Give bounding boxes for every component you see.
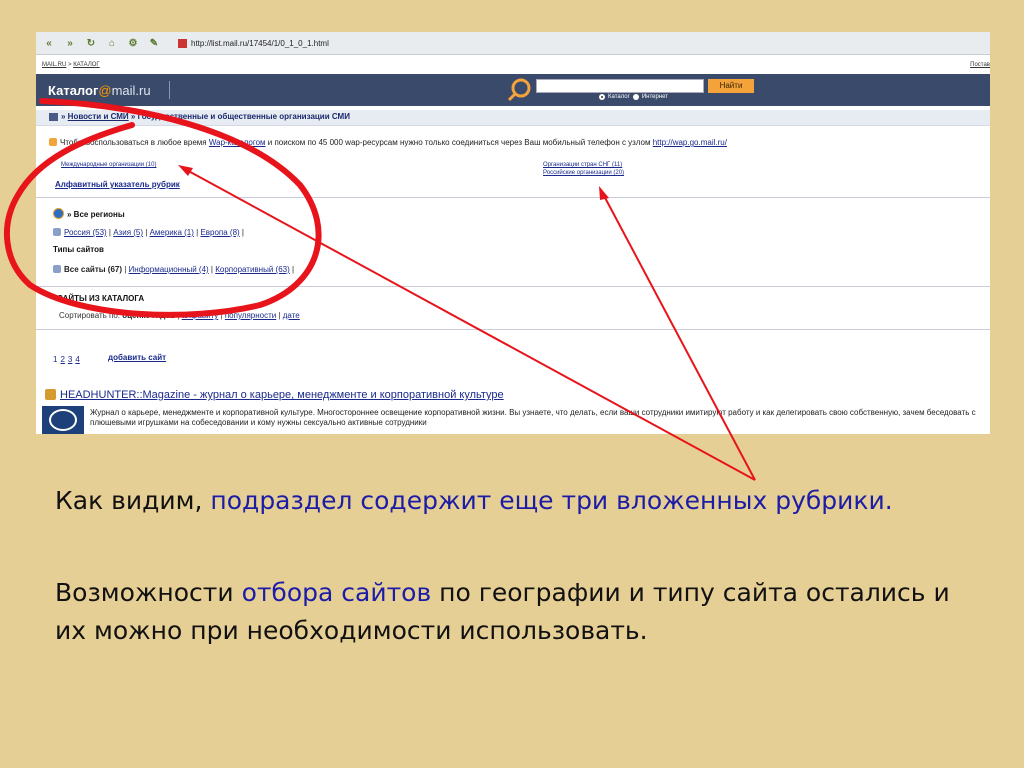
globe-icon [53,208,64,219]
radio-catalog[interactable] [599,94,605,100]
search-input[interactable] [536,79,704,93]
divider [36,329,990,330]
logo-at: @ [98,83,112,98]
logo-domain: mail.ru [111,83,151,98]
result-link[interactable]: HEADHUNTER::Magazine - журнал о карьере,… [60,389,504,401]
page-icon [178,38,187,48]
site-type-icon [53,265,61,273]
page-4[interactable]: 4 [75,355,79,364]
crumb-mailru[interactable]: MAIL.RU [42,62,66,68]
breadcrumb-current: Государственные и общественные организац… [137,112,350,121]
caption-2-text-a: Возможности [55,578,242,607]
top-right-link[interactable]: Постав [970,62,990,68]
search-button[interactable]: Найти [708,79,754,93]
sort-options: Сортировать по: оценке гидов | алфавиту … [59,311,300,320]
type-informational[interactable]: Информационный (4) [129,265,209,274]
subrubric-russian[interactable]: Российские организации (20) [543,170,624,177]
wap-text-1: Чтобы воспользоваться в любое время [60,138,209,147]
pagination: 1234 [53,355,83,364]
region-asia[interactable]: Азия (5) [113,228,143,237]
page-1: 1 [53,355,58,364]
sort-alphabet[interactable]: алфавиту [182,311,219,320]
divider [36,197,990,198]
breadcrumb-news[interactable]: Новости и СМИ [68,112,129,121]
site-types-title: Типы сайтов [53,245,104,254]
result-thumbnail[interactable] [42,406,84,434]
breadcrumb: » Новости и СМИ » Государственные и обще… [36,110,990,126]
type-corporate[interactable]: Корпоративный (63) [215,265,290,274]
search-scope: Каталог Интернет [599,94,668,100]
phone-icon [49,138,57,146]
regions-links: Россия (53) | Азия (5) | Америка (1) | Е… [53,228,244,237]
site-types-links: Все сайты (67) | Информационный (4) | Ко… [53,265,294,274]
wap-text-2: и поиском по 45 000 wap-ресурсам нужно т… [265,138,653,147]
sort-prefix: Сортировать по: [59,311,123,320]
result-title: HEADHUNTER::Magazine - журнал о карьере,… [45,389,504,401]
type-all: Все сайты (67) [64,265,123,274]
page-3[interactable]: 3 [68,355,72,364]
add-site-link[interactable]: добавить сайт [108,353,166,362]
result-description: Журнал о карьере, менеджменте и корпорат… [90,408,976,427]
wap-promo: Чтобы воспользоваться в любое время Wap-… [49,138,727,147]
forward-icon[interactable]: » [62,36,78,50]
subrubric-international[interactable]: Международные организации (10) [61,162,156,169]
regions-title: » Все регионы [53,208,125,219]
region-america[interactable]: Америка (1) [150,228,194,237]
home-crumb-icon[interactable] [49,113,58,121]
logo-text: Каталог [48,83,99,98]
radio-internet[interactable] [632,94,639,100]
breadcrumb-prefix: » [61,112,68,121]
magnifier-icon [507,78,531,102]
regions-title-text: » Все регионы [67,210,125,219]
browser-toolbar: « » ↻ ⌂ ⚙ ✎ http://list.mail.ru/17454/1/… [36,32,990,55]
wap-url-link[interactable]: http://wap.go.mail.ru/ [653,138,727,147]
caption-2: Возможности отбора сайтов по географии и… [55,574,985,650]
screenshot-panel: « » ↻ ⌂ ⚙ ✎ http://list.mail.ru/17454/1/… [36,32,990,434]
edit-icon[interactable]: ✎ [146,36,162,50]
region-icon [53,228,61,236]
home-icon[interactable]: ⌂ [104,36,120,50]
catalog-header: Каталог@mail.ru Найти Каталог Интернет [36,74,990,106]
logo-divider [169,81,170,99]
back-icon[interactable]: « [41,36,57,50]
sort-current: оценке гидов [122,311,176,320]
address-bar[interactable]: http://list.mail.ru/17454/1/0_1_0_1.html [191,39,329,48]
caption-1-text: Как видим, [55,486,211,515]
type-sep: | [289,265,295,274]
folder-icon [45,389,56,400]
region-sep: | [239,228,244,237]
catalog-logo[interactable]: Каталог@mail.ru [48,83,151,98]
page-2[interactable]: 2 [60,355,64,364]
alphabet-index-link[interactable]: Алфавитный указатель рубрик [55,180,180,189]
wap-catalog-link[interactable]: Wap-каталогом [209,138,266,147]
crumb-catalog[interactable]: КАТАЛОГ [73,62,99,68]
divider [36,286,990,287]
subrubric-cis[interactable]: Организации стран СНГ (11) [543,162,622,169]
region-europe[interactable]: Европа (8) [200,228,239,237]
radio-internet-label: Интернет [641,94,668,100]
settings-icon[interactable]: ⚙ [125,36,141,50]
region-russia[interactable]: Россия (53) [64,228,107,237]
sort-popularity[interactable]: популярности [225,311,276,320]
caption-1-highlight: подраздел содержит еще три вложенных руб… [210,486,893,515]
catalog-sites-title: САЙТЫ ИЗ КАТАЛОГА [57,294,145,303]
caption-2-highlight: отбора сайтов [241,578,432,607]
sort-date[interactable]: дате [283,311,300,320]
radio-catalog-label: Каталог [608,94,630,100]
caption-1: Как видим, подраздел содержит еще три вл… [55,482,985,520]
reload-icon[interactable]: ↻ [83,36,99,50]
breadcrumb-sep: » [128,112,138,121]
